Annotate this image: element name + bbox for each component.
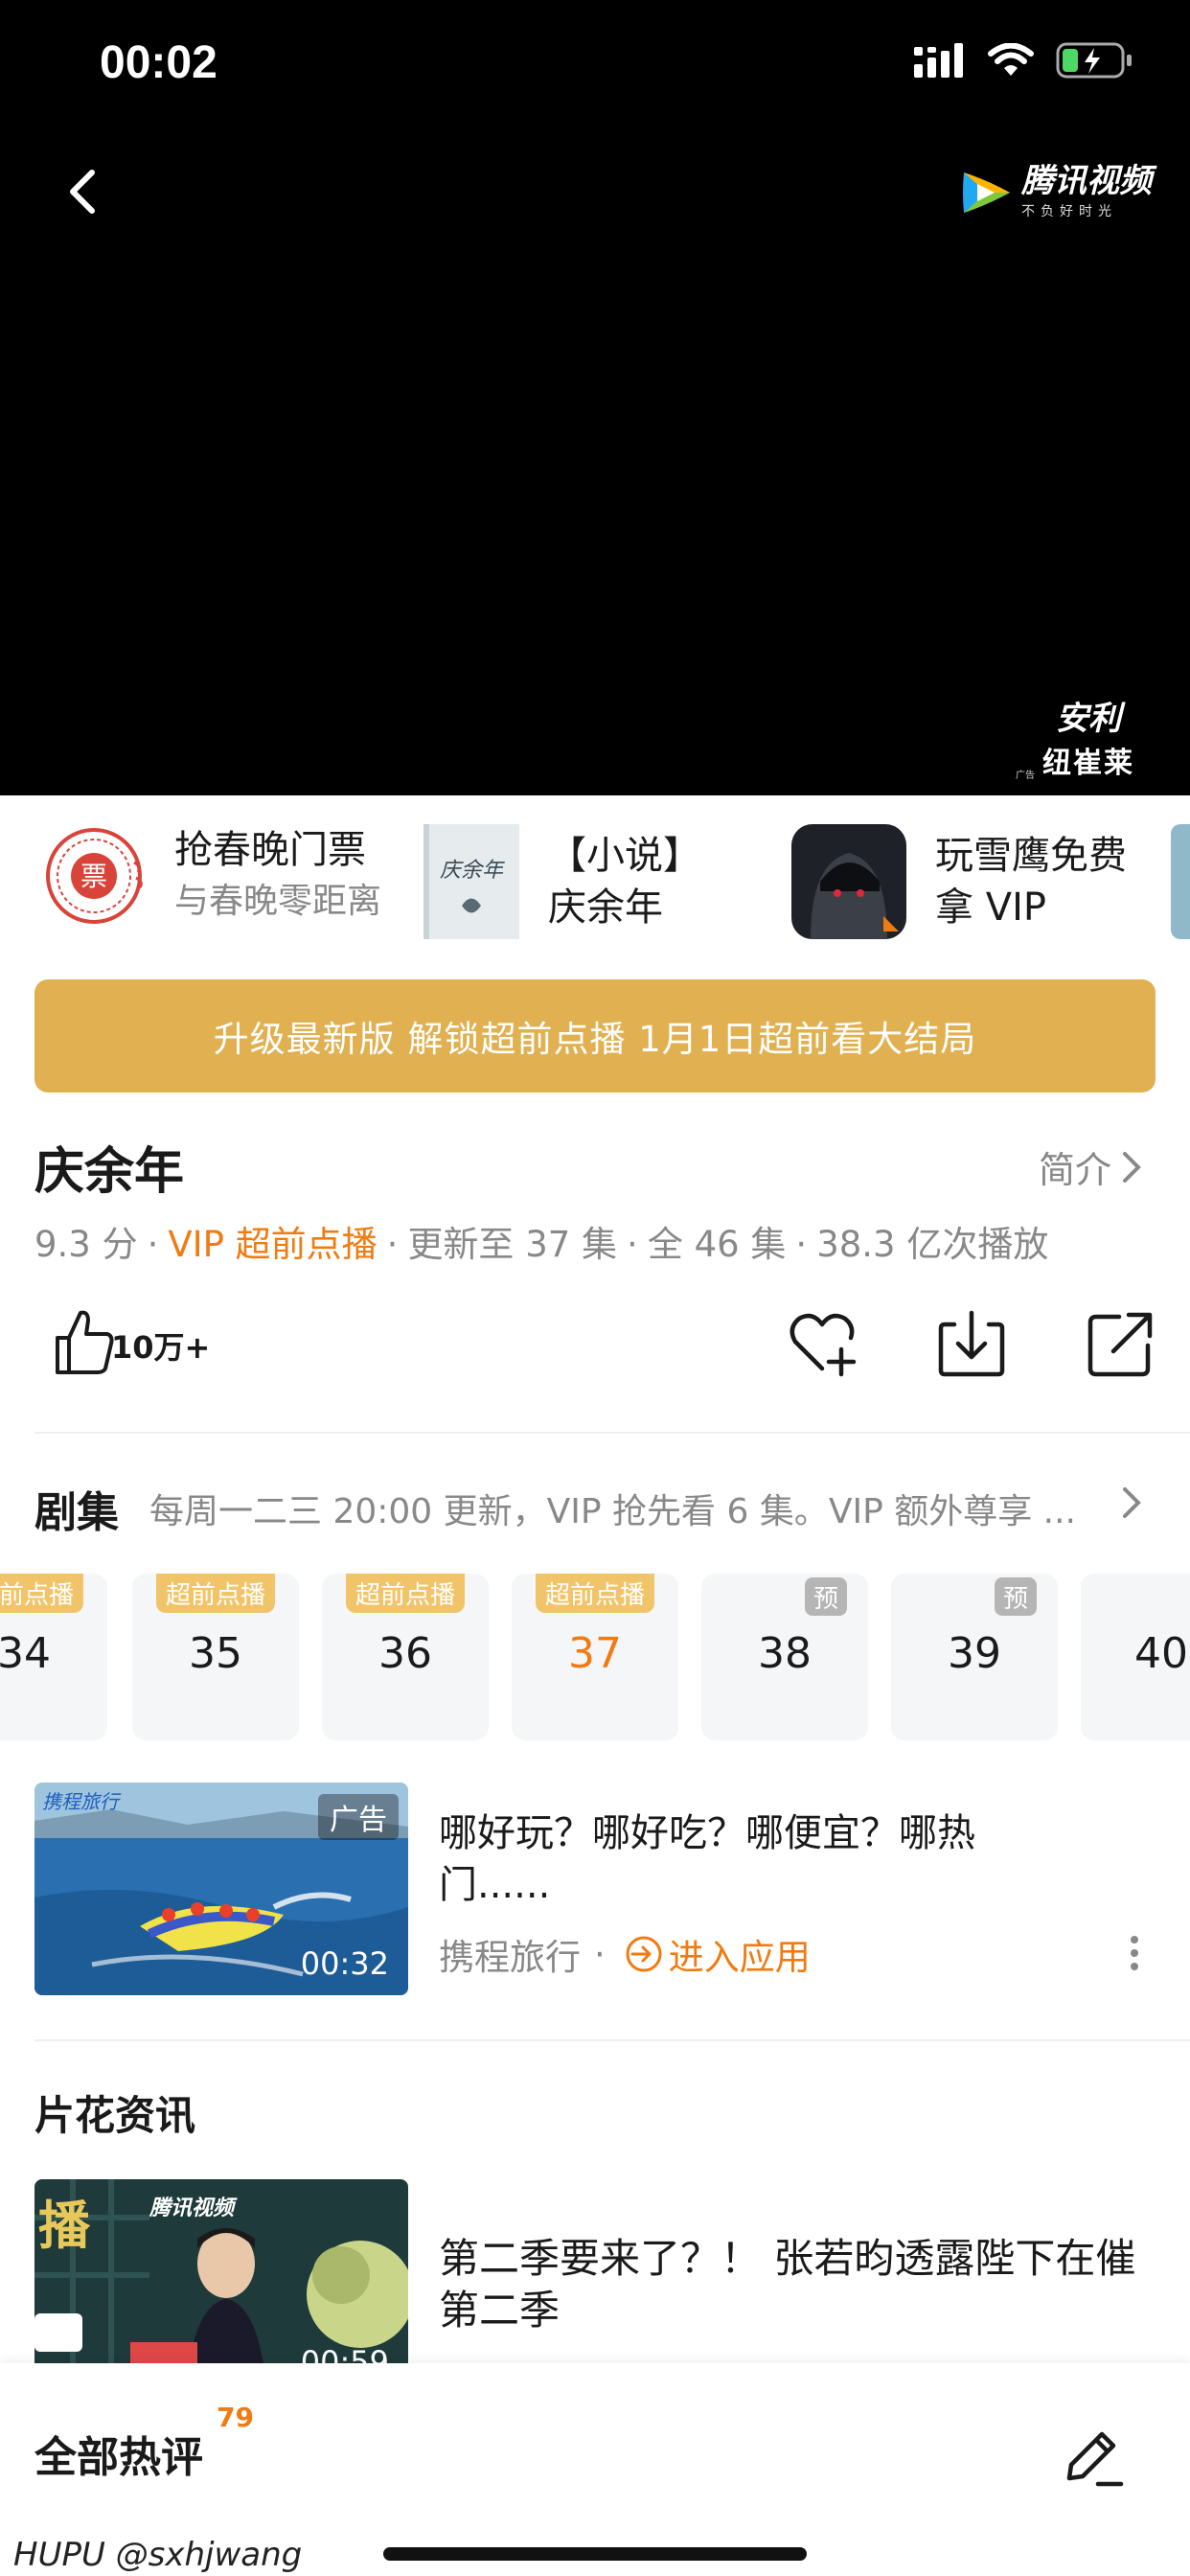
promo-subtitle: 庆余年 (548, 886, 663, 930)
episode-item[interactable]: 预 39 (891, 1574, 1058, 1740)
news-thumbnail[interactable]: 播 腾讯视频 00:59 (34, 2179, 408, 2371)
play-count: 38.3 亿次播放 (816, 1224, 1049, 1265)
separator-dot: · (594, 1933, 606, 1975)
bottom-bar: 全部热评 79 HUPU @sxhjwang (0, 2363, 1190, 2576)
sponsor-logo: 安利 纽崔莱 广告 (1016, 692, 1134, 781)
episode-number: 36 (378, 1629, 432, 1678)
ad-thumb-logo: 携程旅行 (42, 1790, 119, 1813)
brand-logo: 腾讯视频 不负好时光 (958, 165, 1152, 220)
show-meta: 9.3 分 · VIP 超前点播 · 更新至 37 集 · 全 46 集 · 38.3 亿次播放 (34, 1224, 1049, 1265)
share-icon[interactable] (1085, 1307, 1157, 1380)
more-options-icon[interactable] (1129, 1934, 1140, 1972)
like-button[interactable]: 10万+ (54, 1307, 210, 1376)
favorite-add-icon[interactable] (786, 1307, 858, 1380)
news-item-title[interactable]: 第二季要来了？！ 张若昀透露陛下在催第二季 (439, 2233, 1148, 2336)
ticket-stamp-icon: 票 (46, 828, 143, 924)
update-status: 更新至 37 集 (407, 1224, 618, 1265)
thumbs-up-icon (56, 1310, 114, 1374)
episode-badge: 预 (805, 1577, 847, 1616)
episodes-desc[interactable]: 每周一二三 20:00 更新，VIP 抢先看 6 集。VIP 额外尊享 ... (149, 1484, 1076, 1533)
episode-badge: 超前点播 (0, 1574, 84, 1613)
intro-link[interactable]: 简介 (1039, 1140, 1144, 1193)
promo-title: 【小说】 (548, 834, 701, 878)
vip-tag: VIP 超前点播 (168, 1224, 378, 1265)
sponsor-line1: 安利 (1056, 700, 1121, 738)
promo-subtitle: 与春晚零距离 (174, 882, 382, 921)
battery-charging-icon (1056, 42, 1132, 79)
promo-title: 玩雪鹰免费 (935, 834, 1127, 878)
svg-text:票: 票 (80, 861, 107, 892)
promo-subtitle: 拿 VIP (935, 886, 1046, 930)
back-arrow-icon[interactable] (54, 163, 111, 220)
all-comments-label[interactable]: 全部热评 (34, 2423, 203, 2484)
wifi-icon (988, 43, 1034, 76)
episode-badge: 超前点播 (535, 1574, 655, 1613)
enter-app-button[interactable]: 进入应用 (625, 1928, 811, 1980)
play-logo-icon (963, 172, 1010, 213)
ad-source: 携程旅行 (439, 1937, 581, 1978)
episode-number: 40 (1134, 1629, 1188, 1678)
episode-number: 35 (189, 1629, 242, 1678)
ad-meta: 携程旅行 · 进入应用 (439, 1928, 811, 1980)
novel-cover: 庆余年 (423, 824, 519, 939)
upgrade-banner[interactable]: 升级最新版 解锁超前点播 1月1日超前看大结局 (34, 979, 1156, 1092)
like-count: 10万+ (111, 1329, 211, 1366)
divider (34, 2039, 1190, 2041)
ad-label: 广告 (318, 1794, 399, 1840)
promo-item-ticket[interactable]: 票 抢春晚门票 与春晚零距离 (42, 824, 381, 928)
score: 9.3 分 (34, 1224, 138, 1265)
status-icons (914, 42, 1133, 79)
game-avatar (791, 824, 906, 939)
total-episodes: 全 46 集 (647, 1224, 787, 1265)
sponsor-ad-label: 广告 (1016, 770, 1035, 781)
home-indicator[interactable] (383, 2547, 807, 2561)
signal-icon (914, 43, 963, 78)
news-thumb-text: 播 (38, 2196, 90, 2256)
episode-badge: 超前点播 (345, 1574, 466, 1613)
comment-count-badge: 79 (217, 2402, 254, 2433)
brand-name: 腾讯视频 (1021, 162, 1152, 200)
promo-item-partial[interactable] (1171, 824, 1190, 939)
chevron-right-icon (1123, 1151, 1141, 1183)
status-time: 00:02 (100, 37, 217, 88)
chevron-right-icon[interactable] (1121, 1484, 1144, 1522)
show-title: 庆余年 (34, 1143, 185, 1201)
episode-item[interactable]: 预 38 (701, 1574, 868, 1740)
episode-number: 37 (568, 1629, 622, 1678)
intro-label: 简介 (1038, 1149, 1111, 1191)
brand-slogan: 不负好时光 (1021, 204, 1117, 219)
download-icon[interactable] (935, 1307, 1008, 1380)
episode-item[interactable]: 超前点播 35 (132, 1574, 299, 1740)
divider (34, 1432, 1190, 1434)
episode-badge: 超前点播 (155, 1574, 276, 1613)
promo-row: 票 抢春晚门票 与春晚零距离 庆余年 【小说】 庆余年 玩雪鹰免费 拿 VIP (0, 824, 1190, 949)
svg-text:庆余年: 庆余年 (440, 859, 505, 883)
promo-title: 抢春晚门票 (174, 828, 366, 872)
episode-number: 34 (0, 1629, 51, 1678)
episode-item[interactable]: 超前点播 36 (322, 1574, 489, 1740)
sponsor-line2: 纽崔莱 (1042, 747, 1134, 780)
ad-thumbnail[interactable]: 携程旅行 广告 00:32 (34, 1782, 408, 1995)
episode-item[interactable]: 40 (1081, 1574, 1190, 1740)
episode-item[interactable]: 超前点播 34 (0, 1574, 107, 1740)
promo-item-game[interactable]: 玩雪鹰免费 拿 VIP (791, 824, 1127, 939)
enter-icon (626, 1936, 662, 1972)
ad-duration: 00:32 (300, 1945, 389, 1982)
news-thumb-brand: 腾讯视频 (149, 2196, 235, 2220)
episode-number: 38 (758, 1629, 812, 1678)
episodes-title: 剧集 (34, 1488, 119, 1537)
video-player[interactable]: 00:02 腾讯视频 不负好时光 安利 纽崔莱 广告 (0, 0, 1190, 795)
episode-list: 超前点播 34 超前点播 35 超前点播 36 超前点播 37 预 38 预 3… (0, 1574, 1190, 1740)
episode-number: 39 (948, 1629, 1001, 1678)
episode-badge: 预 (995, 1577, 1037, 1616)
enter-app-label: 进入应用 (668, 1937, 811, 1978)
promo-item-novel[interactable]: 庆余年 【小说】 庆余年 (423, 824, 701, 939)
news-section-title: 片花资讯 (34, 2092, 196, 2139)
ad-title[interactable]: 哪好玩？哪好吃？哪便宜？哪热门...... (439, 1807, 975, 1911)
watermark: HUPU @sxhjwang (13, 2536, 303, 2574)
edit-comment-icon[interactable] (1060, 2425, 1125, 2490)
episode-item-current[interactable]: 超前点播 37 (512, 1574, 678, 1740)
